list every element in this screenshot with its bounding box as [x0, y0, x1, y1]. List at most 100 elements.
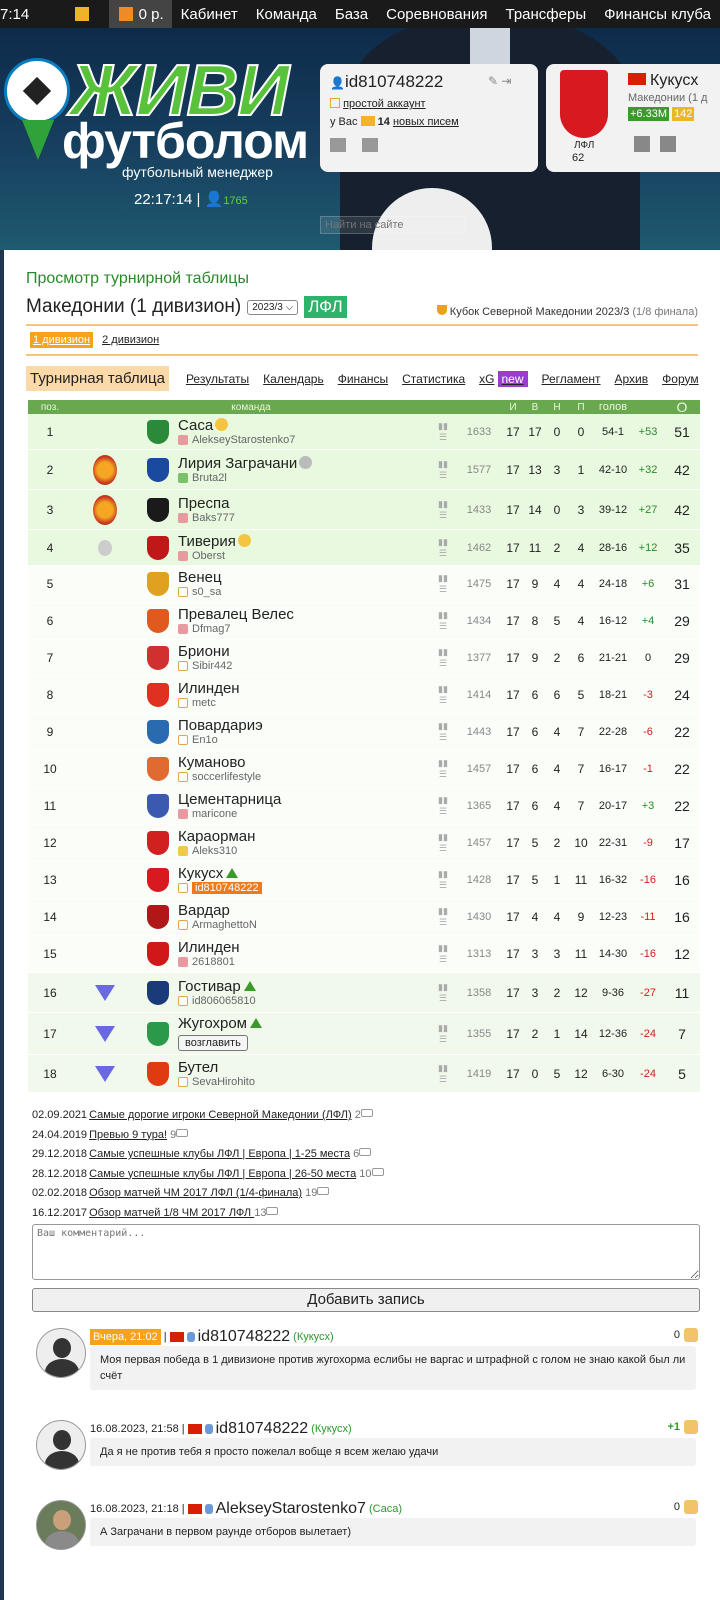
stats-bars-icon[interactable]: ▮▮ ☰ [430, 1023, 456, 1045]
team-crest-icon[interactable] [147, 497, 169, 522]
team-name-link[interactable]: Вардар [178, 902, 230, 919]
table-row[interactable]: 17 Жугохром возглавить ▮▮ ☰ 1355 17 2 1 14 12-36 -2… [28, 1013, 700, 1055]
team-name-link[interactable]: Повардариэ [178, 717, 263, 734]
manager-link[interactable]: En1o [192, 734, 218, 746]
take-over-button[interactable]: возглавить [178, 1035, 248, 1051]
tab-standings[interactable]: Турнирная таблица [26, 366, 169, 391]
season-select[interactable]: 2023/3 ⌵ [247, 299, 299, 315]
thumbs-up-icon[interactable] [684, 1328, 698, 1342]
team-name-link[interactable]: Лирия Заграчани [178, 455, 297, 472]
manager-link[interactable]: Oberst [192, 550, 225, 562]
table-row[interactable]: 1 Саса AlekseyStarostenko7 ▮▮ ☰ 1633 17 17 0 0 54-… [28, 414, 700, 450]
nav-finances[interactable]: Финансы клуба [595, 6, 720, 23]
news-link[interactable]: Самые дорогие игроки Северной Македонии … [89, 1109, 352, 1121]
tab-results[interactable]: Результаты [186, 372, 249, 386]
col-draws[interactable]: Н [546, 402, 568, 413]
col-points[interactable]: О [664, 399, 700, 415]
stats-bars-icon[interactable]: ▮▮ ☰ [430, 869, 456, 891]
manager-link[interactable]: AlekseyStarostenko7 [192, 434, 295, 446]
team-name-link[interactable]: Куманово [178, 754, 246, 771]
account-type-link[interactable]: простой аккаунт [343, 98, 426, 110]
stats-bars-icon[interactable]: ▮▮ ☰ [430, 943, 456, 965]
manager-link[interactable]: Bruta2l [192, 472, 227, 484]
manager-link[interactable]: s0_sa [192, 586, 221, 598]
manager-link[interactable]: soccerlifestyle [192, 771, 261, 783]
table-row[interactable]: 6 Превалец Велес Dfmag7 ▮▮ ☰ 1434 17 8 5 4 16-12 +4… [28, 603, 700, 640]
news-link[interactable]: Обзор матчей 1/8 ЧМ 2017 ЛФЛ [89, 1207, 254, 1219]
comment-club[interactable]: (Кукусх) [293, 1331, 334, 1343]
manager-link[interactable]: SevaHirohito [192, 1076, 255, 1088]
comment-user[interactable]: id810748222 [198, 1328, 291, 1346]
avatar[interactable] [36, 1500, 86, 1550]
like-counter[interactable]: 0 [674, 1328, 698, 1342]
team-crest-icon[interactable] [147, 572, 169, 596]
comment-user[interactable]: id810748222 [216, 1420, 309, 1438]
stats-bars-icon[interactable]: ▮▮ ☰ [430, 758, 456, 780]
nav-team[interactable]: Команда [247, 6, 326, 23]
manager-link[interactable]: Sibir442 [192, 660, 232, 672]
table-row[interactable]: 5 Венец s0_sa ▮▮ ☰ 1475 17 9 4 4 24-18 +6 31 [28, 566, 700, 603]
team-crest-icon[interactable] [147, 942, 169, 966]
manager-link[interactable]: Baks777 [192, 512, 235, 524]
tab-rules[interactable]: Регламент [542, 372, 601, 386]
avatar[interactable] [36, 1420, 86, 1470]
team-crest-icon[interactable] [147, 757, 169, 781]
nav-cabinet[interactable]: Кабинет [172, 6, 247, 23]
team-crest-icon[interactable] [147, 419, 169, 444]
tab-forum[interactable]: Форум [662, 372, 698, 386]
news-link[interactable]: Самые успешные клубы ЛФЛ | Европа | 1-25… [89, 1148, 350, 1160]
col-losses[interactable]: П [568, 402, 594, 413]
thumbs-up-icon[interactable] [684, 1420, 698, 1434]
site-search-input[interactable] [320, 216, 466, 234]
team-crest-icon[interactable] [147, 535, 169, 560]
calendar-icon[interactable] [634, 136, 650, 152]
club-name[interactable]: Кукусх [628, 72, 698, 90]
team-name-link[interactable]: Кукусх [178, 865, 223, 882]
table-row[interactable]: 10 Куманово soccerlifestyle ▮▮ ☰ 1457 17 6 4 7 16-… [28, 751, 700, 788]
stats-bars-icon[interactable]: ▮▮ ☰ [430, 684, 456, 706]
new-mail-link[interactable]: новых писем [393, 116, 459, 128]
team-crest-icon[interactable] [147, 794, 169, 818]
table-row[interactable]: 12 Караорман Aleks310 ▮▮ ☰ 1457 17 5 2 10 22-31 -9 1… [28, 825, 700, 862]
tab-calendar[interactable]: Календарь [263, 372, 324, 386]
news-link[interactable]: Самые успешные клубы ЛФЛ | Европа | 26-5… [89, 1168, 356, 1180]
nav-base[interactable]: База [326, 6, 377, 23]
mail-icon[interactable] [75, 7, 89, 21]
stats-bars-icon[interactable]: ▮▮ ☰ [430, 537, 456, 559]
tab-division-2[interactable]: 2 дивизион [99, 332, 162, 348]
table-row[interactable]: 16 Гостивар id806065810 ▮▮ ☰ 1358 17 3 2 12 9-36 -2… [28, 973, 700, 1013]
col-pos[interactable]: поз. [28, 402, 72, 413]
like-counter[interactable]: +1 [667, 1420, 698, 1434]
news-link[interactable]: Превью 9 тура! [89, 1129, 167, 1141]
team-crest-icon[interactable] [147, 720, 169, 744]
stats-bars-icon[interactable]: ▮▮ ☰ [430, 421, 456, 443]
team-crest-icon[interactable] [147, 1021, 169, 1046]
table-row[interactable]: 15 Илинден 2618801 ▮▮ ☰ 1313 17 3 3 11 14-30 -16 12 [28, 936, 700, 973]
team-crest-icon[interactable] [147, 905, 169, 929]
table-row[interactable]: 14 Вардар ArmaghettoN ▮▮ ☰ 1430 17 4 4 9 12-23 -11 1… [28, 899, 700, 936]
comment-club[interactable]: (Кукусх) [311, 1423, 352, 1435]
team-name-link[interactable]: Цементарница [178, 791, 281, 808]
team-crest-icon[interactable] [147, 1061, 169, 1086]
stats-bars-icon[interactable]: ▮▮ ☰ [430, 647, 456, 669]
manager-link[interactable]: maricone [192, 808, 237, 820]
table-row[interactable]: 8 Илинден metc ▮▮ ☰ 1414 17 6 6 5 18-21 -3 24 [28, 677, 700, 714]
like-counter[interactable]: 0 [674, 1500, 698, 1514]
add-post-button[interactable]: Добавить запись [32, 1288, 700, 1312]
stats-bars-icon[interactable]: ▮▮ ☰ [430, 1063, 456, 1085]
balance-button[interactable]: 0 р. [108, 0, 172, 28]
table-row[interactable]: 13 Кукусх id810748222 ▮▮ ☰ 1428 17 5 1 11 16-32 -16… [28, 862, 700, 899]
team-crest-icon[interactable] [147, 609, 169, 633]
tab-finances[interactable]: Финансы [338, 372, 388, 386]
comment-club[interactable]: (Саса) [369, 1503, 402, 1515]
thumbs-up-icon[interactable] [684, 1500, 698, 1514]
team-name-link[interactable]: Илинден [178, 939, 240, 956]
print-icon[interactable] [330, 138, 346, 152]
manager-link[interactable]: id810748222 [192, 882, 262, 894]
team-crest-icon[interactable] [147, 831, 169, 855]
team-name-link[interactable]: Преспа [178, 495, 229, 512]
table-row[interactable]: 18 Бутел SevaHirohito ▮▮ ☰ 1419 17 0 5 12 6-30 -24 5 [28, 1055, 700, 1093]
tab-xg[interactable]: xG new [479, 370, 528, 387]
manager-link[interactable]: ArmaghettoN [192, 919, 257, 931]
team-crest-icon[interactable] [147, 457, 169, 482]
